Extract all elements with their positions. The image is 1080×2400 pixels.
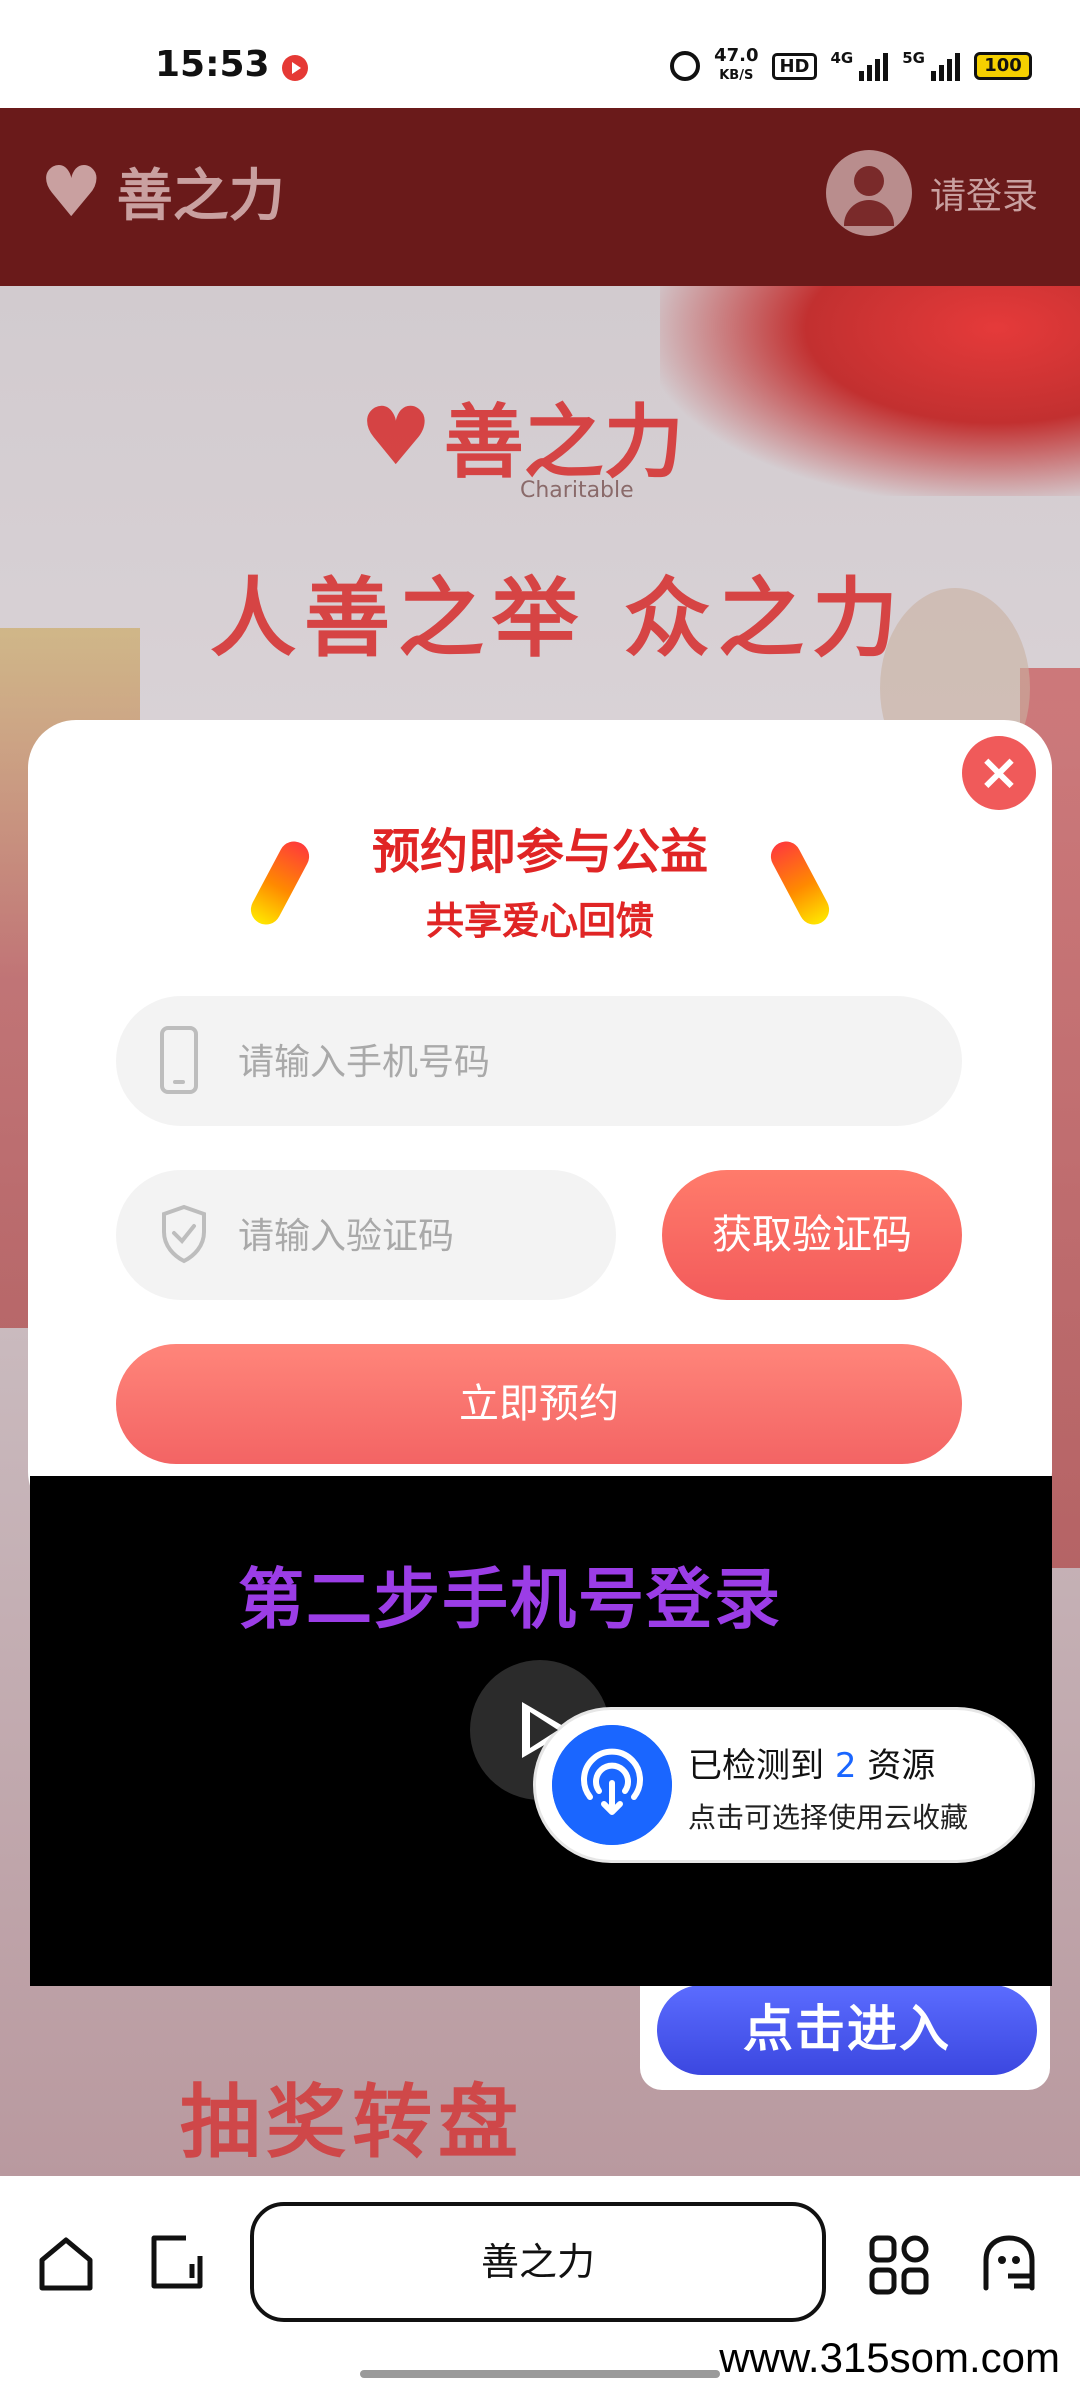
- site-logo-text: 善之力: [116, 163, 285, 229]
- signal2-icon: [931, 51, 960, 81]
- phone-icon: [160, 1026, 198, 1094]
- close-icon[interactable]: ×: [962, 736, 1036, 810]
- address-bar[interactable]: 善之力: [250, 2202, 826, 2322]
- tabs-icon[interactable]: [146, 2232, 208, 2294]
- modal-subtitle: 共享爱心回馈: [425, 899, 654, 943]
- detect-line2: 点击可选择使用云收藏: [688, 1801, 969, 1834]
- browser-bottom-bar: 善之力 www.315som.com: [0, 2176, 1080, 2400]
- alarm-icon: [670, 51, 701, 81]
- login-link[interactable]: 请登录: [825, 150, 1038, 236]
- lottery-title: 抽奖转盘: [180, 2076, 524, 2169]
- banner-heart-icon: ♥: [360, 389, 432, 483]
- modal-title: 预约即参与公益: [371, 824, 708, 880]
- login-label: 请登录: [929, 176, 1038, 217]
- detect-count: 2: [834, 1746, 857, 1786]
- net2-label: 5G: [902, 49, 925, 67]
- phone-field: [116, 996, 962, 1128]
- enter-button[interactable]: 点击进入: [652, 1980, 1042, 2080]
- avatar-icon: [825, 150, 912, 236]
- detect-suffix: 资源: [856, 1746, 936, 1786]
- hd-badge: HD: [772, 52, 817, 80]
- signal1-icon: [859, 51, 889, 81]
- code-field: [116, 1170, 616, 1302]
- shield-icon: [162, 1204, 206, 1264]
- home-icon[interactable]: [36, 2234, 96, 2294]
- gesture-bar[interactable]: [360, 2370, 720, 2378]
- banner-slogan: 人善之举 众之力: [210, 569, 906, 669]
- site-logo[interactable]: ♥ 善之力: [40, 150, 285, 233]
- apps-icon[interactable]: [868, 2234, 930, 2296]
- status-indicators: 47.0 KB/S HD 4G 5G 100: [670, 46, 1032, 86]
- heart-logo-icon: ♥: [40, 150, 103, 233]
- status-time: 15:53: [155, 44, 270, 85]
- battery-icon: 100: [974, 52, 1032, 80]
- banner-subtitle: Charitable: [520, 478, 634, 503]
- video-caption: 第二步手机号登录: [238, 1561, 782, 1638]
- net-speed-value: 47.0: [714, 45, 759, 66]
- net-speed: 47.0 KB/S: [714, 47, 758, 85]
- banner-logo-text: 善之力: [443, 395, 684, 489]
- detect-prefix: 已检测到: [688, 1746, 835, 1786]
- record-icon: [282, 55, 308, 81]
- detect-line1: 已检测到 2 资源: [688, 1738, 935, 1787]
- get-code-button[interactable]: 获取验证码: [662, 1170, 962, 1300]
- cloud-detect-icon: [552, 1725, 672, 1845]
- watermark: www.315som.com: [719, 2334, 1060, 2381]
- banner-flag: [660, 286, 1080, 496]
- ghost-icon[interactable]: [978, 2232, 1040, 2294]
- site-header: ♥ 善之力 请登录: [0, 108, 1080, 286]
- phone-input[interactable]: [236, 996, 936, 1128]
- code-input[interactable]: [236, 1170, 590, 1302]
- net-speed-unit: KB/S: [719, 68, 754, 83]
- resource-detect-popup[interactable]: 已检测到 2 资源 点击可选择使用云收藏: [536, 1710, 1032, 1860]
- submit-button[interactable]: 立即预约: [116, 1344, 962, 1464]
- banner-logo: ♥ 善之力: [360, 378, 684, 494]
- net1-label: 4G: [830, 49, 854, 67]
- status-bar: 15:53 47.0 KB/S HD 4G 5G 100: [0, 0, 1080, 108]
